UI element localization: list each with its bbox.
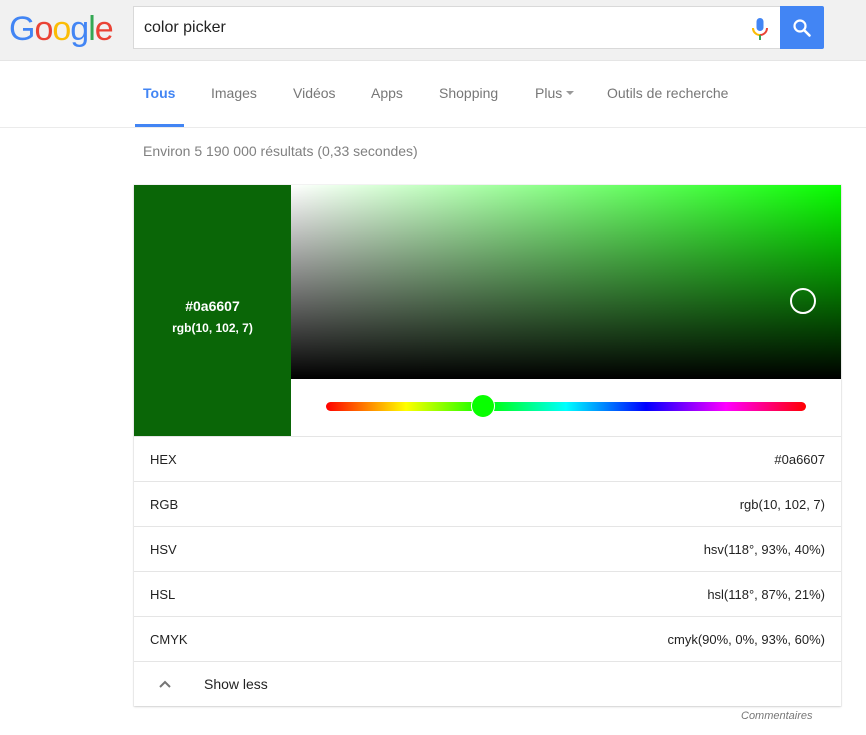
row-value[interactable]: rgb(10, 102, 7): [740, 497, 825, 512]
tab-search-tools[interactable]: Outils de recherche: [607, 62, 728, 127]
color-row-hex: HEX #0a6607: [134, 436, 841, 481]
color-row-cmyk: CMYK cmyk(90%, 0%, 93%, 60%): [134, 616, 841, 661]
tab-tous[interactable]: Tous: [134, 62, 185, 127]
feedback-link[interactable]: Commentaires: [741, 710, 813, 722]
tab-shopping[interactable]: Shopping: [439, 62, 498, 127]
search-button[interactable]: [780, 6, 824, 49]
row-label: HSL: [150, 587, 176, 602]
chevron-up-icon: [159, 680, 171, 688]
color-row-rgb: RGB rgb(10, 102, 7): [134, 481, 841, 526]
show-less-button[interactable]: Show less: [134, 661, 841, 706]
search-icon: [793, 18, 811, 37]
color-row-hsv: HSV hsv(118°, 93%, 40%): [134, 526, 841, 571]
color-row-hsl: HSL hsl(118°, 87%, 21%): [134, 571, 841, 616]
tab-label: Apps: [371, 85, 403, 101]
tab-images[interactable]: Images: [211, 62, 257, 127]
show-less-label: Show less: [204, 676, 268, 692]
logo-letter: o: [52, 10, 71, 48]
logo-letter: o: [34, 10, 53, 48]
row-label: HSV: [150, 542, 177, 557]
tab-plus[interactable]: Plus: [535, 62, 575, 127]
search-tabs: Tous Images Vidéos Apps Shopping Plus Ou…: [0, 62, 866, 128]
search-input[interactable]: [144, 7, 734, 48]
logo-letter: G: [9, 10, 35, 48]
dropdown-caret-icon: [566, 91, 575, 96]
color-values-table: HEX #0a6607 RGB rgb(10, 102, 7) HSV hsv(…: [134, 436, 841, 706]
search-box: [133, 6, 781, 49]
logo-letter: e: [94, 10, 114, 48]
microphone-icon[interactable]: [750, 17, 770, 41]
hue-slider-handle[interactable]: [471, 394, 496, 418]
row-value[interactable]: #0a6607: [774, 452, 825, 467]
hue-slider[interactable]: [326, 394, 806, 418]
row-value[interactable]: hsl(118°, 87%, 21%): [707, 587, 825, 602]
row-value[interactable]: cmyk(90%, 0%, 93%, 60%): [667, 632, 825, 647]
tab-label: Shopping: [439, 85, 499, 101]
row-value[interactable]: hsv(118°, 93%, 40%): [704, 542, 825, 557]
tab-label: Outils de recherche: [607, 85, 729, 101]
tab-label: Plus: [535, 85, 563, 101]
row-label: HEX: [150, 452, 177, 467]
logo-letter: g: [70, 10, 89, 48]
swatch-rgb: rgb(10, 102, 7): [172, 321, 253, 335]
tab-label: Images: [211, 85, 257, 101]
row-label: RGB: [150, 497, 179, 512]
saturation-value-area[interactable]: [291, 185, 841, 379]
swatch-hex: #0a6607: [185, 298, 240, 314]
saturation-value-handle[interactable]: [789, 288, 816, 315]
tab-apps[interactable]: Apps: [371, 62, 403, 127]
row-label: CMYK: [150, 632, 188, 647]
color-picker-card: #0a6607 rgb(10, 102, 7) HEX #0a6607 RGB …: [134, 185, 841, 706]
header: Google: [0, 0, 866, 61]
result-stats: Environ 5 190 000 résultats (0,33 second…: [143, 143, 418, 159]
tab-label: Tous: [143, 85, 176, 101]
color-swatch: #0a6607 rgb(10, 102, 7): [134, 185, 291, 436]
black-gradient: [291, 185, 841, 379]
google-logo[interactable]: Google: [9, 10, 114, 49]
tab-label: Vidéos: [293, 85, 336, 101]
hue-slider-area: [291, 379, 841, 436]
tab-videos[interactable]: Vidéos: [293, 62, 336, 127]
